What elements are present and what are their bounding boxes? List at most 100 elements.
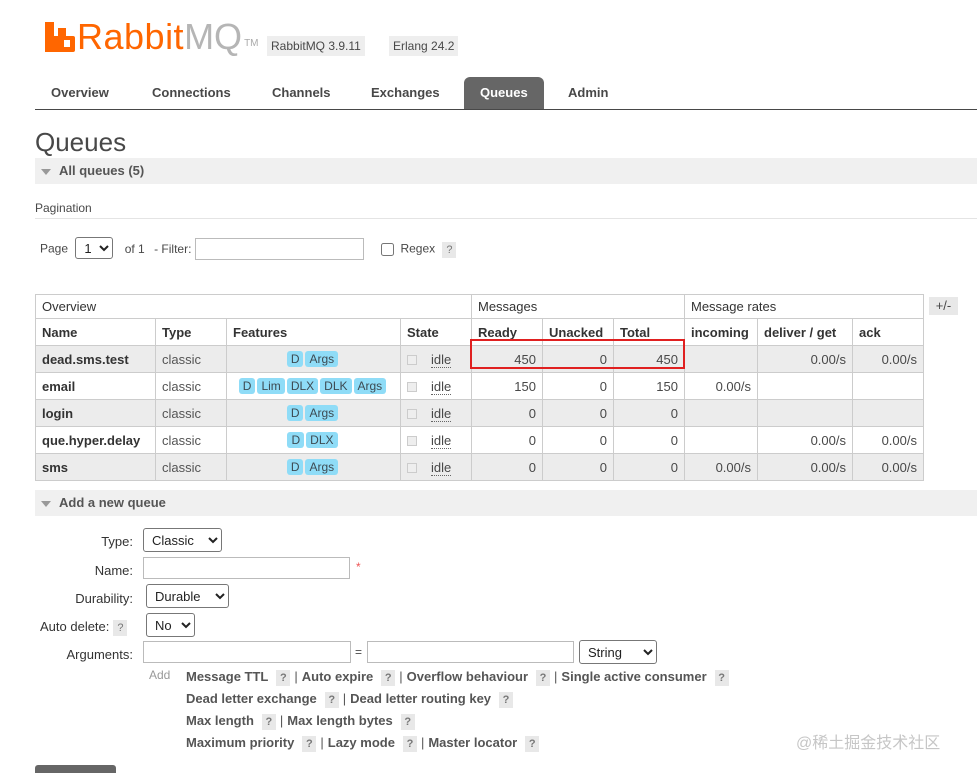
rabbit-logo-icon xyxy=(45,22,75,52)
main-nav-tabs: Overview Connections Channels Exchanges … xyxy=(35,77,977,110)
col-ready[interactable]: Ready xyxy=(471,318,543,346)
argument-value-input[interactable] xyxy=(367,641,574,663)
col-incoming[interactable]: incoming xyxy=(684,318,758,346)
help-icon[interactable]: ? xyxy=(714,670,729,686)
arg-link-single-active-consumer[interactable]: Single active consumer xyxy=(561,669,706,684)
col-ack[interactable]: ack xyxy=(852,318,924,346)
arg-link-maximum-priority[interactable]: Maximum priority xyxy=(186,735,294,750)
durability-select[interactable]: Durable xyxy=(146,584,229,608)
tab-connections[interactable]: Connections xyxy=(136,77,247,109)
rate-deliver-get xyxy=(757,372,853,400)
arg-link-auto-expire[interactable]: Auto expire xyxy=(302,669,374,684)
arg-link-max-length-bytes[interactable]: Max length bytes xyxy=(287,713,392,728)
add-queue-toggle[interactable]: Add a new queue xyxy=(35,490,977,516)
auto-delete-help-icon[interactable]: ? xyxy=(113,620,128,636)
queue-name-input[interactable] xyxy=(143,557,350,579)
argument-shortcuts-line: Dead letter exchange? | Dead letter routin… xyxy=(186,691,514,708)
regex-help-icon[interactable]: ? xyxy=(442,241,457,258)
messages-ready: 0 xyxy=(471,453,543,481)
help-icon[interactable]: ? xyxy=(276,670,291,686)
rate-ack xyxy=(852,372,924,400)
arg-link-master-locator[interactable]: Master locator xyxy=(428,735,517,750)
queue-type-select[interactable]: Classic xyxy=(143,528,222,552)
arguments-label: Arguments: xyxy=(66,647,133,662)
messages-total: 0 xyxy=(613,453,685,481)
help-icon[interactable]: ? xyxy=(536,670,551,686)
messages-ready: 450 xyxy=(471,345,543,373)
arg-link-dead-letter-routing-key[interactable]: Dead letter routing key xyxy=(350,691,491,706)
arg-link-lazy-mode[interactable]: Lazy mode xyxy=(328,735,395,750)
col-features[interactable]: Features xyxy=(226,318,401,346)
collapse-triangle-icon xyxy=(41,500,51,507)
queue-state: idle xyxy=(400,345,472,373)
queue-state: idle xyxy=(400,426,472,454)
queue-name-link[interactable]: dead.sms.test xyxy=(35,345,156,373)
link-separator: | xyxy=(554,669,558,684)
all-queues-title: All queues (5) xyxy=(59,163,145,178)
type-label: Type: xyxy=(101,534,133,549)
page-select[interactable]: 1 xyxy=(75,237,114,259)
argument-shortcuts-line: Maximum priority? | Lazy mode? | Master loca… xyxy=(186,735,540,752)
watermark: @稀土掘金技术社区 xyxy=(796,735,941,752)
col-unacked[interactable]: Unacked xyxy=(542,318,614,346)
name-label: Name: xyxy=(94,563,133,578)
all-queues-toggle[interactable]: All queues (5) xyxy=(35,158,977,184)
argument-type-select[interactable]: String xyxy=(579,640,657,664)
argument-key-input[interactable] xyxy=(143,641,351,663)
help-icon[interactable]: ? xyxy=(400,714,415,730)
filter-input[interactable] xyxy=(194,238,364,261)
help-icon[interactable]: ? xyxy=(381,670,396,686)
help-icon[interactable]: ? xyxy=(261,714,276,730)
add-queue-button[interactable] xyxy=(35,765,116,773)
queue-name-link[interactable]: email xyxy=(35,372,156,400)
messages-unacked: 0 xyxy=(542,453,614,481)
add-argument-label: Add xyxy=(149,668,171,682)
col-total[interactable]: Total xyxy=(613,318,685,346)
rabbitmq-logo[interactable]: Rabbit MQ TM xyxy=(45,17,259,57)
regex-checkbox[interactable] xyxy=(381,242,395,256)
columns-toggle-button[interactable]: +/- xyxy=(929,297,958,315)
version-badge: RabbitMQ 3.9.11 xyxy=(267,36,365,56)
help-icon[interactable]: ? xyxy=(402,736,417,752)
queue-name-link[interactable]: sms xyxy=(35,453,156,481)
messages-unacked: 0 xyxy=(542,345,614,373)
auto-delete-label: Auto delete:? xyxy=(40,619,128,636)
col-type[interactable]: Type xyxy=(155,318,227,346)
help-icon[interactable]: ? xyxy=(499,692,514,708)
rate-deliver-get xyxy=(757,399,853,427)
col-deliver-get[interactable]: deliver / get xyxy=(757,318,853,346)
messages-unacked: 0 xyxy=(542,399,614,427)
erlang-badge: Erlang 24.2 xyxy=(389,36,459,56)
tab-exchanges[interactable]: Exchanges xyxy=(355,77,456,109)
table-row: dead.sms.test classic D Args idle 450 0 450 0.00… xyxy=(35,345,924,373)
page-of-label: of 1 xyxy=(124,241,145,256)
state-indicator-icon xyxy=(407,382,417,393)
tab-channels[interactable]: Channels xyxy=(256,77,347,109)
rate-incoming xyxy=(684,426,758,454)
state-label: idle xyxy=(431,351,452,368)
durability-label: Durability: xyxy=(75,591,133,606)
col-state[interactable]: State xyxy=(400,318,472,346)
help-icon[interactable]: ? xyxy=(302,736,317,752)
tab-overview[interactable]: Overview xyxy=(35,77,125,109)
col-name[interactable]: Name xyxy=(35,318,156,346)
queue-features: D DLX xyxy=(226,426,401,454)
tab-admin[interactable]: Admin xyxy=(552,77,624,109)
rate-incoming xyxy=(684,345,758,373)
auto-delete-select[interactable]: No xyxy=(146,613,195,637)
arg-link-dead-letter-exchange[interactable]: Dead letter exchange xyxy=(186,691,317,706)
feature-badge-dlx: DLX xyxy=(306,432,338,448)
queue-type: classic xyxy=(155,399,227,427)
arg-link-message-ttl[interactable]: Message TTL xyxy=(186,669,268,684)
help-icon[interactable]: ? xyxy=(525,736,540,752)
arg-link-overflow-behaviour[interactable]: Overflow behaviour xyxy=(407,669,528,684)
feature-badge-d: D xyxy=(286,405,304,421)
feature-badge-lim: Lim xyxy=(257,378,285,394)
help-icon[interactable]: ? xyxy=(324,692,339,708)
queue-name-link[interactable]: que.hyper.delay xyxy=(35,426,156,454)
queue-name-link[interactable]: login xyxy=(35,399,156,427)
rate-deliver-get: 0.00/s xyxy=(757,426,853,454)
arg-link-max-length[interactable]: Max length xyxy=(186,713,254,728)
tab-queues[interactable]: Queues xyxy=(464,77,544,109)
messages-total: 450 xyxy=(613,345,685,373)
